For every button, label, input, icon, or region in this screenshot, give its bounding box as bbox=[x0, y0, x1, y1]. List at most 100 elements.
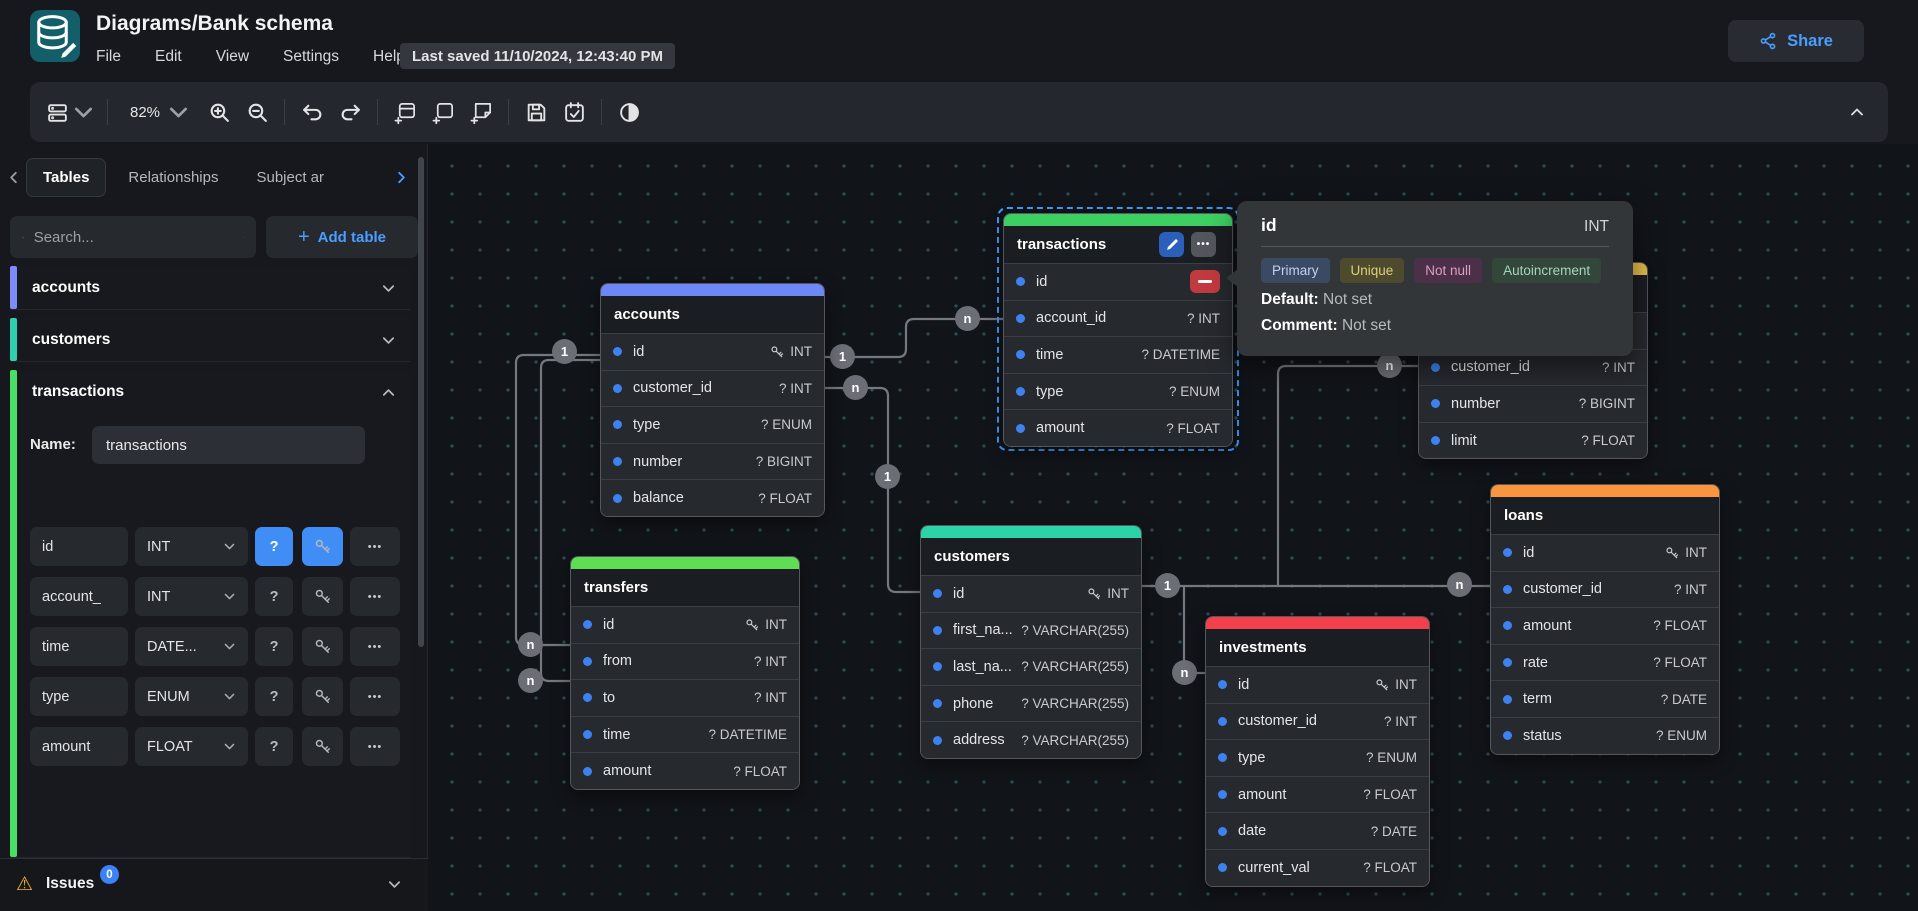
table-field-type[interactable]: type? ENUM bbox=[1206, 739, 1429, 776]
redo-button[interactable] bbox=[335, 95, 365, 129]
share-button[interactable]: Share bbox=[1728, 20, 1864, 62]
table-field-amount[interactable]: amount? FLOAT bbox=[1206, 776, 1429, 813]
table-field-term[interactable]: term? DATE bbox=[1491, 680, 1719, 717]
field-type-select[interactable]: DATE... bbox=[135, 627, 248, 666]
table-field-first-na[interactable]: first_na...? VARCHAR(255) bbox=[921, 612, 1141, 649]
diagram-table-transactions[interactable]: transactions•••idaccount_id? INTtime? DA… bbox=[1003, 213, 1233, 447]
table-field-to[interactable]: to? INT bbox=[571, 679, 799, 716]
table-field-amount[interactable]: amount? FLOAT bbox=[571, 752, 799, 789]
table-field-time[interactable]: time? DATETIME bbox=[571, 716, 799, 753]
collapse-toolbar-button[interactable] bbox=[1842, 95, 1872, 129]
field-type-select[interactable]: INT bbox=[135, 527, 248, 566]
table-field-from[interactable]: from? INT bbox=[571, 643, 799, 680]
diagram-table-accounts[interactable]: accountsidINTcustomer_id? INTtype? ENUMn… bbox=[600, 283, 825, 517]
diagram-table-investments[interactable]: investmentsidINTcustomer_id? INTtype? EN… bbox=[1205, 616, 1430, 887]
tabs-scroll-left-button[interactable] bbox=[0, 170, 26, 185]
layout-view-button[interactable] bbox=[46, 95, 95, 129]
table-field-status[interactable]: status? ENUM bbox=[1491, 717, 1719, 754]
field-more-button[interactable]: ••• bbox=[350, 577, 400, 616]
sidebar-item-transactions-header[interactable]: transactions bbox=[10, 370, 410, 414]
add-table-sidebar-button[interactable]: + Add table bbox=[266, 216, 418, 258]
table-field-type[interactable]: type? ENUM bbox=[1004, 373, 1232, 410]
nullable-toggle[interactable]: ? bbox=[255, 727, 293, 766]
undo-button[interactable] bbox=[297, 95, 327, 129]
table-field-phone[interactable]: phone? VARCHAR(255) bbox=[921, 685, 1141, 722]
field-more-button[interactable]: ••• bbox=[350, 727, 400, 766]
zoom-level-select[interactable]: 82% bbox=[120, 95, 190, 129]
menu-file[interactable]: File bbox=[96, 48, 121, 66]
tabs-scroll-right-button[interactable] bbox=[388, 170, 414, 185]
field-name-input[interactable]: id bbox=[30, 527, 128, 566]
zoom-out-button[interactable] bbox=[242, 95, 272, 129]
primary-key-toggle[interactable] bbox=[302, 677, 343, 716]
table-field-id[interactable]: idINT bbox=[1491, 534, 1719, 571]
issues-bar[interactable]: ⚠ Issues 0 bbox=[0, 858, 428, 911]
table-search[interactable] bbox=[10, 216, 256, 258]
diagram-table-transfers[interactable]: transfersidINTfrom? INTto? INTtime? DATE… bbox=[570, 556, 800, 790]
add-area-button[interactable] bbox=[428, 95, 458, 129]
primary-key-toggle[interactable] bbox=[302, 527, 343, 566]
field-type-select[interactable]: ENUM bbox=[135, 677, 248, 716]
table-field-date[interactable]: date? DATE bbox=[1206, 812, 1429, 849]
zoom-in-button[interactable] bbox=[204, 95, 234, 129]
field-name-input[interactable]: amount bbox=[30, 727, 128, 766]
sidebar-scrollbar[interactable] bbox=[418, 157, 424, 647]
delete-field-button[interactable] bbox=[1190, 270, 1220, 293]
todo-button[interactable] bbox=[559, 95, 589, 129]
table-field-balance[interactable]: balance? FLOAT bbox=[601, 479, 824, 516]
table-field-time[interactable]: time? DATETIME bbox=[1004, 336, 1232, 373]
table-field-last-na[interactable]: last_na...? VARCHAR(255) bbox=[921, 648, 1141, 685]
diagram-table-customers[interactable]: customersidINTfirst_na...? VARCHAR(255)l… bbox=[920, 525, 1142, 759]
field-more-button[interactable]: ••• bbox=[350, 677, 400, 716]
add-note-button[interactable] bbox=[466, 95, 496, 129]
field-type-select[interactable]: FLOAT bbox=[135, 727, 248, 766]
table-field-limit[interactable]: limit? FLOAT bbox=[1419, 422, 1647, 459]
table-field-customer-id[interactable]: customer_id? INT bbox=[1206, 703, 1429, 740]
table-more-button[interactable]: ••• bbox=[1191, 232, 1216, 257]
field-type-select[interactable]: INT bbox=[135, 577, 248, 616]
table-field-address[interactable]: address? VARCHAR(255) bbox=[921, 721, 1141, 758]
save-button[interactable] bbox=[521, 95, 551, 129]
field-name-input[interactable]: account_ bbox=[30, 577, 128, 616]
table-field-type[interactable]: type? ENUM bbox=[601, 406, 824, 443]
tab-relationships[interactable]: Relationships bbox=[112, 159, 234, 196]
table-field-id[interactable]: idINT bbox=[921, 575, 1141, 612]
primary-key-toggle[interactable] bbox=[302, 627, 343, 666]
table-field-rate[interactable]: rate? FLOAT bbox=[1491, 644, 1719, 681]
tab-tables[interactable]: Tables bbox=[26, 158, 106, 197]
table-field-current-val[interactable]: current_val? FLOAT bbox=[1206, 849, 1429, 886]
table-field-number[interactable]: number? BIGINT bbox=[1419, 385, 1647, 422]
table-field-customer-id[interactable]: customer_id? INT bbox=[1491, 571, 1719, 608]
field-more-button[interactable]: ••• bbox=[350, 527, 400, 566]
table-field-id[interactable]: id bbox=[1004, 263, 1232, 300]
table-field-id[interactable]: idINT bbox=[571, 606, 799, 643]
table-field-amount[interactable]: amount? FLOAT bbox=[1491, 607, 1719, 644]
table-name-input[interactable] bbox=[92, 426, 365, 464]
add-table-button[interactable] bbox=[390, 95, 420, 129]
menu-settings[interactable]: Settings bbox=[283, 48, 339, 66]
primary-key-toggle[interactable] bbox=[302, 727, 343, 766]
app-logo[interactable] bbox=[30, 10, 80, 62]
theme-toggle-button[interactable] bbox=[614, 95, 644, 129]
menu-view[interactable]: View bbox=[216, 48, 249, 66]
field-name-input[interactable]: type bbox=[30, 677, 128, 716]
table-field-id[interactable]: idINT bbox=[601, 333, 824, 370]
nullable-toggle[interactable]: ? bbox=[255, 527, 293, 566]
table-field-id[interactable]: idINT bbox=[1206, 666, 1429, 703]
table-field-number[interactable]: number? BIGINT bbox=[601, 443, 824, 480]
field-more-button[interactable]: ••• bbox=[350, 627, 400, 666]
search-input[interactable] bbox=[34, 229, 233, 246]
menu-edit[interactable]: Edit bbox=[155, 48, 182, 66]
nullable-toggle[interactable]: ? bbox=[255, 627, 293, 666]
table-field-customer-id[interactable]: customer_id? INT bbox=[601, 370, 824, 407]
primary-key-toggle[interactable] bbox=[302, 577, 343, 616]
sidebar-item-accounts[interactable]: accounts bbox=[10, 266, 410, 310]
table-field-amount[interactable]: amount? FLOAT bbox=[1004, 409, 1232, 446]
diagram-table-loans[interactable]: loansidINTcustomer_id? INTamount? FLOATr… bbox=[1490, 484, 1720, 755]
diagram-canvas[interactable]: 1n1nnn11nnn accountsidINTcustomer_id? IN… bbox=[428, 144, 1918, 911]
sidebar-item-customers[interactable]: customers bbox=[10, 318, 410, 362]
tab-subject-ar[interactable]: Subject ar bbox=[240, 159, 340, 196]
table-field-account-id[interactable]: account_id? INT bbox=[1004, 300, 1232, 337]
edit-table-button[interactable] bbox=[1159, 232, 1184, 257]
nullable-toggle[interactable]: ? bbox=[255, 577, 293, 616]
